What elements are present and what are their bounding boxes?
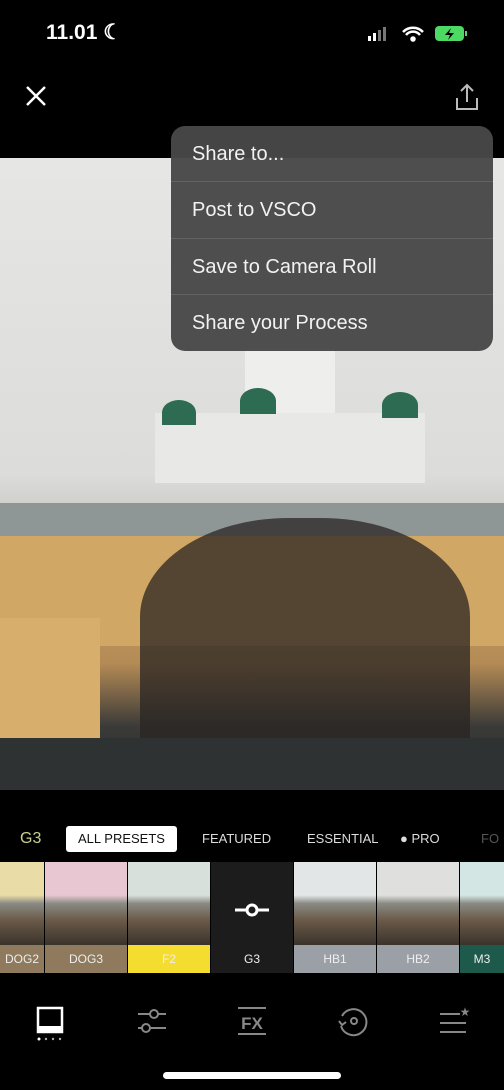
tab-pro[interactable]: ● PRO <box>400 826 440 852</box>
slider-icon <box>235 903 269 917</box>
share-menu: Share to... Post to VSCO Save to Camera … <box>171 126 493 351</box>
preset-thumbnail-m3[interactable]: M3 <box>460 862 504 973</box>
preset-label: HB1 <box>294 945 376 973</box>
recipes-icon[interactable]: ★ <box>438 1006 470 1036</box>
presets-icon[interactable] <box>36 1006 66 1042</box>
rooftops <box>0 738 504 790</box>
preset-thumbnail-f2[interactable]: F2 <box>128 862 210 973</box>
preset-tabs: G3 ALL PRESETS FEATURED ESSENTIAL ● PRO … <box>0 826 504 852</box>
preset-thumbnail-hb1[interactable]: HB1 <box>294 862 376 973</box>
svg-text:★: ★ <box>460 1006 470 1019</box>
signal-icon <box>368 27 386 41</box>
preset-thumbnail-image <box>128 862 210 945</box>
preset-label: M3 <box>460 945 504 973</box>
svg-text:FX: FX <box>241 1014 263 1033</box>
dome <box>240 388 276 414</box>
menu-item-post-to-vsco[interactable]: Post to VSCO <box>171 182 493 239</box>
bottom-toolbar: FX ★ <box>0 992 504 1041</box>
time-text: 11.01 <box>46 21 98 44</box>
preset-thumbnail-dog3[interactable]: DOG3 <box>45 862 127 973</box>
moon-icon: ☾ <box>103 21 123 44</box>
tab-featured[interactable]: FEATURED <box>202 826 271 852</box>
adjust-sliders-icon[interactable] <box>136 1006 168 1036</box>
wifi-icon <box>402 26 424 42</box>
share-icon[interactable] <box>454 82 480 112</box>
current-preset: G3 <box>20 830 42 847</box>
preset-thumbnail-image <box>211 862 293 945</box>
tab-more[interactable]: FO <box>481 826 499 852</box>
home-indicator[interactable] <box>163 1072 341 1079</box>
preset-label: F2 <box>128 945 210 973</box>
menu-item-share-process[interactable]: Share your Process <box>171 295 493 351</box>
preset-thumbnail-g3[interactable]: G3 <box>211 862 293 973</box>
preset-label: DOG2 <box>0 945 44 973</box>
close-icon[interactable] <box>24 84 48 108</box>
menu-item-save-to-camera-roll[interactable]: Save to Camera Roll <box>171 239 493 295</box>
preset-thumbnail-image <box>45 862 127 945</box>
preset-label: HB2 <box>377 945 459 973</box>
dome <box>382 392 418 418</box>
preset-label: G3 <box>211 945 293 973</box>
tab-all-presets[interactable]: ALL PRESETS <box>66 826 177 852</box>
tab-pro-label: PRO <box>411 831 440 846</box>
tab-essential[interactable]: ESSENTIAL <box>307 826 379 852</box>
preset-thumbnail-image <box>294 862 376 945</box>
trees <box>140 518 470 738</box>
status-icons <box>368 26 467 42</box>
facade-left <box>0 618 100 758</box>
preset-thumbnail-image <box>460 862 504 945</box>
preset-thumbnails: DOG2 DOG3 F2 G3 HB1 HB2 M3 <box>0 862 504 973</box>
history-icon[interactable] <box>336 1006 370 1040</box>
menu-item-share-to[interactable]: Share to... <box>171 126 493 183</box>
preset-label: DOG3 <box>45 945 127 973</box>
preset-thumbnail-dog2[interactable]: DOG2 <box>0 862 44 973</box>
battery-icon <box>435 26 467 41</box>
preset-thumbnail-image <box>0 862 44 945</box>
dome <box>162 400 196 425</box>
fx-icon[interactable]: FX <box>236 1006 268 1036</box>
preset-thumbnail-image <box>377 862 459 945</box>
preset-thumbnail-hb2[interactable]: HB2 <box>377 862 459 973</box>
status-time: 11.01 ☾ <box>46 20 122 45</box>
